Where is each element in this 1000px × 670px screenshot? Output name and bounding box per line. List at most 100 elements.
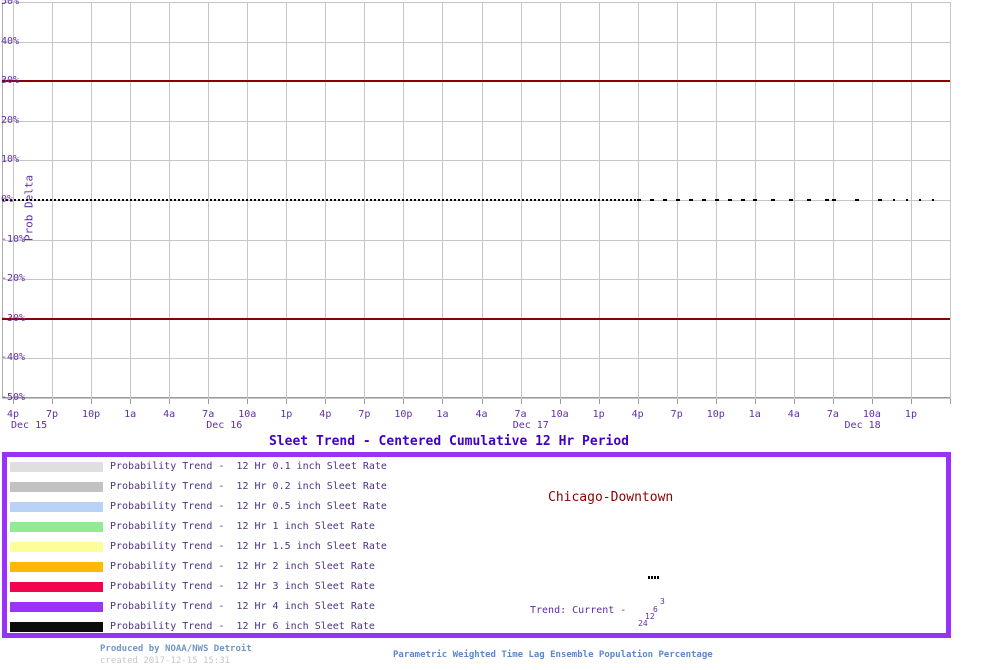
legend-label: Probability Trend - 12 Hr 0.2 inch Sleet…: [110, 481, 387, 493]
plot-area: Prob Delta: [2, 2, 950, 399]
legend-swatch: [10, 522, 103, 532]
x-axis-tick: [52, 399, 53, 404]
legend-swatch: [10, 622, 103, 632]
x-tick-label: 10p: [82, 409, 100, 420]
x-axis-tick: [13, 399, 14, 404]
y-tick-label: -20%: [1, 274, 25, 284]
gridline-horizontal: [2, 240, 950, 241]
x-tick-label: 1p: [280, 409, 292, 420]
y-tick-label: 10%: [1, 155, 19, 165]
legend-swatch: [10, 462, 103, 472]
y-tick-label: 40%: [1, 37, 19, 47]
lag-hours-number: 3: [660, 598, 665, 606]
current-trend-line-sample: [648, 576, 660, 579]
gridline-horizontal: [2, 121, 950, 122]
x-axis-tick: [950, 399, 951, 404]
gridline-horizontal: [2, 279, 950, 280]
x-tick-label: 4p: [632, 409, 644, 420]
x-tick-label: 1a: [749, 409, 761, 420]
legend-swatch: [10, 502, 103, 512]
x-axis-tick: [794, 399, 795, 404]
method-caption: Parametric Weighted Time Lag Ensemble Po…: [393, 650, 713, 660]
x-tick-label: 7a: [202, 409, 214, 420]
chart-title: Sleet Trend - Centered Cumulative 12 Hr …: [269, 434, 629, 449]
trend-line-segment: [832, 199, 880, 201]
trend-line-segment: [2, 199, 637, 201]
legend-label: Probability Trend - 12 Hr 6 inch Sleet R…: [110, 621, 375, 633]
x-tick-label: 10a: [551, 409, 569, 420]
x-axis-tick: [482, 399, 483, 404]
sleet-trend-graphic: Prob Delta Sleet Trend - Centered Cumula…: [0, 0, 1000, 670]
gridline-vertical: [950, 2, 951, 399]
x-axis-tick: [403, 399, 404, 404]
x-axis-tick: [364, 399, 365, 404]
x-tick-label: 4a: [788, 409, 800, 420]
date-label: Dec 18: [845, 420, 881, 431]
x-tick-label: 4a: [163, 409, 175, 420]
date-label: Dec 15: [11, 420, 47, 431]
x-tick-label: 7p: [358, 409, 370, 420]
y-axis-title: Prob Delta: [23, 175, 36, 241]
x-tick-label: 1a: [436, 409, 448, 420]
x-axis-tick: [677, 399, 678, 404]
legend-label: Probability Trend - 12 Hr 4 inch Sleet R…: [110, 601, 375, 613]
x-axis-tick: [208, 399, 209, 404]
x-axis-tick: [169, 399, 170, 404]
x-axis-tick: [286, 399, 287, 404]
x-axis-tick: [716, 399, 717, 404]
y-tick-label: 50%: [1, 0, 19, 7]
legend-swatch: [10, 562, 103, 572]
x-axis-tick: [325, 399, 326, 404]
x-tick-label: 1p: [905, 409, 917, 420]
y-tick-label: -40%: [1, 353, 25, 363]
x-tick-label: 4p: [7, 409, 19, 420]
threshold-line: [2, 80, 950, 82]
x-tick-label: 4p: [319, 409, 331, 420]
y-tick-label: 0%: [1, 195, 13, 205]
x-tick-label: 10p: [707, 409, 725, 420]
x-axis-tick: [599, 399, 600, 404]
lag-hours-number: 24: [638, 620, 648, 628]
trend-line-segment: [753, 199, 832, 201]
x-axis-tick: [872, 399, 873, 404]
threshold-line: [2, 318, 950, 320]
x-axis-tick: [638, 399, 639, 404]
credit-line: Produced by NOAA/NWS Detroit: [100, 644, 252, 654]
legend-swatch: [10, 582, 103, 592]
x-axis-tick: [130, 399, 131, 404]
legend-label: Probability Trend - 12 Hr 3 inch Sleet R…: [110, 581, 375, 593]
x-tick-label: 10a: [863, 409, 881, 420]
x-tick-label: 1p: [593, 409, 605, 420]
legend-label: Probability Trend - 12 Hr 0.5 inch Sleet…: [110, 501, 387, 513]
date-label: Dec 16: [206, 420, 242, 431]
y-tick-label: 20%: [1, 116, 19, 126]
date-label: Dec 17: [513, 420, 549, 431]
x-axis-tick: [442, 399, 443, 404]
gridline-horizontal: [2, 42, 950, 43]
legend-swatch: [10, 542, 103, 552]
x-tick-label: 7p: [46, 409, 58, 420]
x-tick-label: 4a: [475, 409, 487, 420]
x-axis-tick: [911, 399, 912, 404]
gridline-horizontal: [2, 398, 950, 399]
gridline-horizontal: [2, 358, 950, 359]
x-axis-tick: [247, 399, 248, 404]
created-timestamp: created 2017-12-15 15:31: [100, 656, 230, 666]
x-axis-tick: [521, 399, 522, 404]
x-tick-label: 7p: [671, 409, 683, 420]
legend-label: Probability Trend - 12 Hr 0.1 inch Sleet…: [110, 461, 387, 473]
legend-label: Probability Trend - 12 Hr 1 inch Sleet R…: [110, 521, 375, 533]
x-tick-label: 1a: [124, 409, 136, 420]
y-tick-label: 30%: [1, 76, 19, 86]
x-axis-tick: [91, 399, 92, 404]
trend-line-segment: [880, 199, 937, 201]
legend-box: Chicago-Downtown Trend: Current - Probab…: [2, 452, 951, 638]
x-axis-tick: [755, 399, 756, 404]
y-tick-label: -30%: [1, 314, 25, 324]
legend-label: Probability Trend - 12 Hr 2 inch Sleet R…: [110, 561, 375, 573]
x-tick-label: 10a: [238, 409, 256, 420]
legend-swatch: [10, 602, 103, 612]
legend-label: Probability Trend - 12 Hr 1.5 inch Sleet…: [110, 541, 387, 553]
x-tick-label: 10p: [394, 409, 412, 420]
x-axis-tick: [560, 399, 561, 404]
